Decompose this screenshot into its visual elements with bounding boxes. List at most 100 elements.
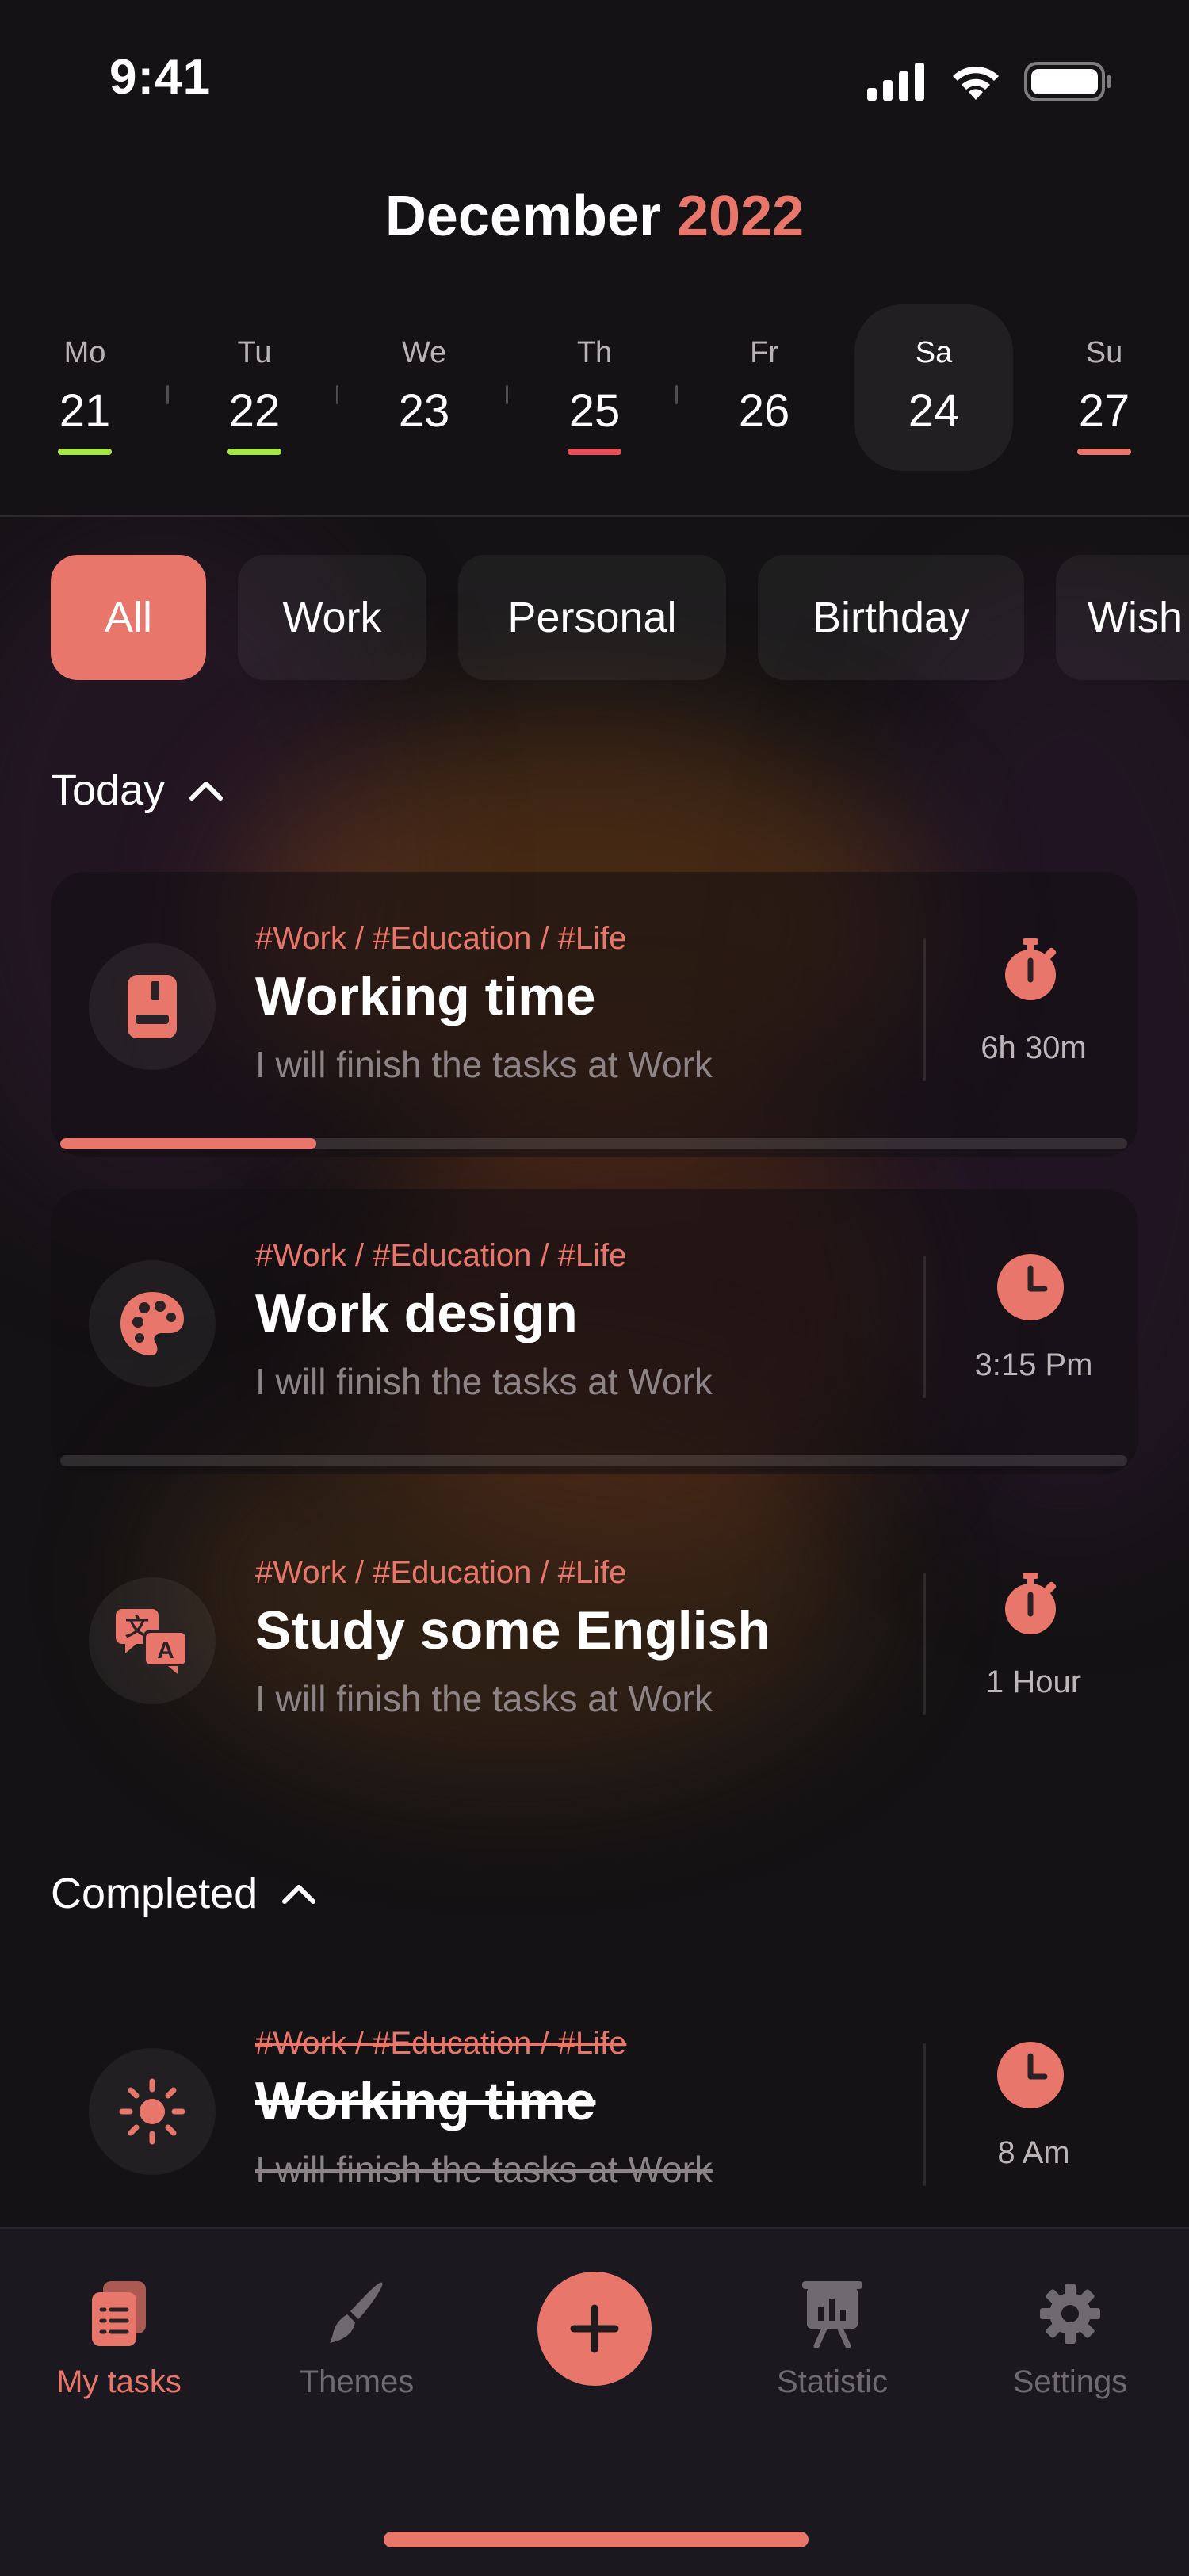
chevron-up-icon xyxy=(282,1885,316,1904)
svg-text:A: A xyxy=(157,1638,174,1664)
chip-wish[interactable]: Wish xyxy=(1056,555,1189,680)
nav-themes[interactable]: Themes xyxy=(262,2280,452,2400)
day-date: 22 xyxy=(228,385,281,437)
week-strip: Mo 21 Tu 22 We 23 Th 25 Fr 26 Sa 24 Su 2… xyxy=(0,304,1189,498)
task-icon-wrap xyxy=(89,2048,216,2175)
task-desc: I will finish the tasks at Work xyxy=(255,2149,713,2190)
task-desc: I will finish the tasks at Work xyxy=(255,1361,713,1402)
day-marker xyxy=(1077,449,1131,455)
clock-icon xyxy=(996,2040,1065,2110)
vertical-divider xyxy=(923,2043,926,2186)
day-marker xyxy=(227,449,281,455)
task-desc: I will finish the tasks at Work xyxy=(255,1678,713,1719)
signal-icon xyxy=(867,63,924,101)
day-name: Fr xyxy=(750,336,778,369)
day-th[interactable]: Th 25 xyxy=(515,323,674,455)
task-progress-bar xyxy=(60,1138,1127,1149)
task-icon-wrap xyxy=(89,943,216,1070)
book-icon xyxy=(128,975,177,1038)
nav-statistic[interactable]: Statistic xyxy=(737,2280,927,2400)
divider xyxy=(0,515,1189,517)
day-mo[interactable]: Mo 21 xyxy=(6,323,164,455)
status-bar: 9:41 xyxy=(0,0,1189,159)
stopwatch-icon xyxy=(996,935,1065,1005)
sun-icon xyxy=(119,2078,185,2145)
home-indicator[interactable] xyxy=(384,2532,809,2547)
vertical-divider xyxy=(923,1256,926,1398)
day-name: Th xyxy=(576,336,613,369)
day-name: Tu xyxy=(237,336,272,369)
day-sa-selected[interactable]: Sa 24 xyxy=(854,304,1013,471)
day-date: 24 xyxy=(908,385,960,437)
nav-settings[interactable]: Settings xyxy=(975,2280,1165,2400)
task-tags: #Work / #Education / #Life xyxy=(255,1555,627,1590)
day-date: 26 xyxy=(738,385,790,437)
section-today[interactable]: Today xyxy=(51,766,225,815)
chevron-up-icon xyxy=(189,782,224,801)
status-time: 9:41 xyxy=(109,50,212,105)
task-card[interactable]: #Work / #Education / #Life Working time … xyxy=(51,872,1138,1157)
chip-all[interactable]: All xyxy=(51,555,206,680)
day-name: Mo xyxy=(63,336,106,369)
vertical-divider xyxy=(923,938,926,1081)
clipboard-icon xyxy=(92,2281,146,2346)
day-name: Su xyxy=(1085,336,1123,369)
task-title: Working time xyxy=(255,2071,596,2131)
task-desc: I will finish the tasks at Work xyxy=(255,1044,713,1085)
day-name: We xyxy=(401,336,447,369)
day-marker xyxy=(568,449,621,455)
gear-icon xyxy=(1040,2284,1100,2344)
day-date: 21 xyxy=(59,385,111,437)
stopwatch-icon xyxy=(996,1569,1065,1639)
month-label: December xyxy=(384,185,661,248)
brush-icon xyxy=(330,2282,383,2343)
task-time: 8 Am xyxy=(997,2135,1070,2170)
task-duration: 1 Hour xyxy=(985,1664,1082,1699)
task-icon-wrap xyxy=(89,1260,216,1387)
nav-label: Themes xyxy=(299,2364,415,2399)
day-date: 23 xyxy=(398,385,450,437)
section-completed[interactable]: Completed xyxy=(51,1869,318,1918)
task-progress-bar xyxy=(60,1455,1127,1466)
task-tags: #Work / #Education / #Life xyxy=(255,921,627,956)
day-name: Sa xyxy=(915,336,953,369)
nav-label: My tasks xyxy=(56,2364,182,2399)
clock-icon xyxy=(996,1252,1065,1322)
task-icon-wrap: 文 A xyxy=(89,1577,216,1704)
day-marker xyxy=(58,449,112,455)
bottom-nav: My tasks Themes Statistic Settings xyxy=(0,2227,1189,2576)
task-card[interactable]: #Work / #Education / #Life Work design I… xyxy=(51,1189,1138,1474)
vertical-divider xyxy=(923,1573,926,1715)
chip-birthday[interactable]: Birthday xyxy=(758,555,1024,680)
palette-icon xyxy=(120,1292,184,1355)
day-su[interactable]: Su 27 xyxy=(1025,323,1183,455)
task-card[interactable]: 文 A #Work / #Education / #Life Study som… xyxy=(51,1506,1138,1791)
day-tu[interactable]: Tu 22 xyxy=(175,323,334,455)
nav-label: Settings xyxy=(1012,2364,1128,2399)
wifi-icon xyxy=(953,66,999,100)
year-label: 2022 xyxy=(677,185,805,248)
task-tags: #Work / #Education / #Life xyxy=(255,1238,627,1273)
day-date: 27 xyxy=(1078,385,1130,437)
day-date: 25 xyxy=(568,385,621,437)
section-completed-label: Completed xyxy=(51,1870,258,1917)
add-task-button[interactable] xyxy=(537,2272,652,2386)
battery-icon xyxy=(1024,62,1111,101)
day-we[interactable]: We 23 xyxy=(345,323,503,438)
chip-personal[interactable]: Personal xyxy=(458,555,726,680)
task-progress-fill xyxy=(60,1138,317,1149)
nav-label: Statistic xyxy=(776,2364,889,2399)
filter-chips: All Work Personal Birthday Wish xyxy=(51,555,1189,682)
section-today-label: Today xyxy=(51,766,166,814)
task-title: Working time xyxy=(255,966,596,1026)
task-duration: 6h 30m xyxy=(981,1030,1087,1065)
chip-work[interactable]: Work xyxy=(238,555,426,680)
month-title: December 2022 xyxy=(0,184,1189,249)
translate-icon: 文 A xyxy=(116,1609,189,1674)
nav-my-tasks[interactable]: My tasks xyxy=(24,2280,214,2400)
task-title: Work design xyxy=(255,1283,578,1343)
completed-task-card[interactable]: #Work / #Education / #Life Working time … xyxy=(51,1977,1138,2262)
task-title: Study some English xyxy=(255,1600,770,1661)
chart-board-icon xyxy=(802,2281,862,2349)
day-fr[interactable]: Fr 26 xyxy=(685,323,843,438)
